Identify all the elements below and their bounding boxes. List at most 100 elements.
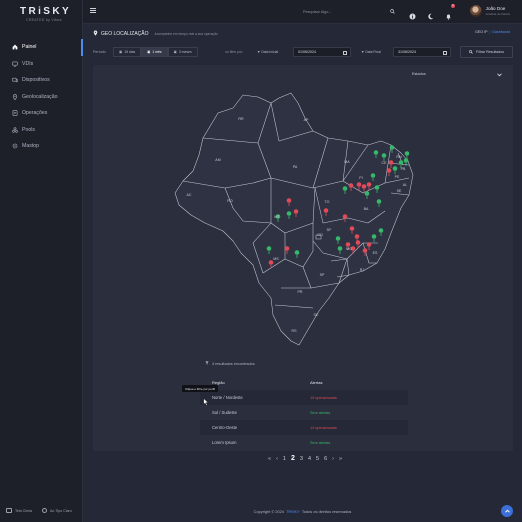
state-label-ap[interactable]: AP	[304, 118, 309, 122]
footer-brand-link[interactable]: TRiSKY	[286, 509, 300, 514]
column-header-alerts[interactable]: Alertas	[304, 380, 408, 385]
or-filter-text: ou filtre por:	[225, 50, 243, 54]
state-label-rj[interactable]: RJ	[360, 268, 364, 272]
page-2-button-current[interactable]: 2	[291, 455, 295, 462]
search-icon	[469, 49, 473, 55]
state-label-se[interactable]: SE	[397, 189, 402, 193]
sidebar-item-label: Dispositivos	[22, 77, 50, 84]
state-label-go[interactable]: GO	[317, 233, 323, 237]
sidebar-footer: Tela Cheia Ao Tipo Claro	[6, 508, 72, 513]
end-date-input[interactable]: 31/08/2024	[393, 47, 451, 57]
pools-icon	[12, 127, 18, 133]
avatar	[469, 5, 482, 17]
region-cell: Centro-Oeste	[212, 425, 238, 430]
state-select[interactable]: Estados	[412, 72, 502, 80]
alerts-cell: 14 operacionais	[310, 425, 337, 430]
state-label-sp[interactable]: SP	[320, 273, 325, 277]
breadcrumb-separator: |	[489, 30, 491, 34]
state-label-rr[interactable]: RR	[238, 117, 243, 121]
state-label-df[interactable]: DF	[327, 228, 332, 232]
period-label: Período	[93, 50, 106, 54]
state-label-al[interactable]: AL	[403, 183, 407, 187]
search-bar[interactable]: Pesquisar Algo...	[295, 7, 395, 17]
state-label-pr[interactable]: PR	[298, 290, 303, 294]
period-3-months-button[interactable]: ▣ 3 meses	[167, 47, 198, 57]
state-label-pi[interactable]: PI	[359, 176, 362, 180]
state-label-pe[interactable]: PE	[395, 175, 400, 179]
brazil-map-svg[interactable]	[163, 83, 423, 353]
full-view-button[interactable]: Tela Cheia	[6, 508, 32, 513]
scroll-to-top-button[interactable]	[501, 505, 513, 517]
start-date-input[interactable]: 01/06/2024	[293, 47, 351, 57]
state-label-ac[interactable]: AC	[187, 193, 192, 197]
brazil-map[interactable]: RR AP AM PA MA CE RN PB PE AL SE PI AC RO TO BA MT DF GO MG…	[163, 83, 423, 353]
copyright-suffix: Todos os direitos reservados	[301, 508, 352, 514]
light-mode-button[interactable]: Ao Tipo Claro	[41, 508, 72, 513]
end-date-value: 31/08/2024	[398, 50, 416, 54]
state-label-rn[interactable]: RN	[396, 155, 401, 159]
table-row[interactable]: Sul / Sudeste Sem alertas	[200, 405, 408, 420]
calendar-icon: ▣	[173, 50, 177, 54]
page-6-button[interactable]: 6	[324, 456, 327, 462]
sidebar-item-operacoes[interactable]: Operações	[0, 105, 83, 122]
period-1-month-button[interactable]: ▣ 1 mês	[141, 47, 168, 57]
search-icon[interactable]	[390, 9, 395, 15]
filter-results-button[interactable]: Filtrar Resultados	[460, 46, 513, 58]
table-row[interactable]: Centro-Oeste 14 operacionais	[200, 420, 408, 435]
state-label-ce[interactable]: CE	[382, 161, 387, 165]
state-label-ms[interactable]: MS	[273, 257, 278, 261]
user-menu[interactable]: João Doe Analista de Dados	[469, 5, 510, 17]
sidebar-nav: Painel VDIs Dispositivos Geolocalização …	[0, 39, 83, 155]
sidebar-item-painel[interactable]: Painel	[0, 39, 83, 56]
state-label-ba[interactable]: BA	[364, 207, 369, 211]
sidebar-item-vdis[interactable]: VDIs	[0, 56, 83, 73]
brazil-outline	[174, 92, 414, 346]
state-label-sc[interactable]: SC	[314, 313, 319, 317]
sidebar-item-pools[interactable]: Pools	[0, 122, 83, 139]
state-label-rs[interactable]: RS	[292, 329, 297, 333]
table-row[interactable]: Norte / Nordeste 13 operacionais	[200, 390, 408, 405]
state-label-mt[interactable]: MT	[274, 215, 279, 219]
geo-map-card: Estados RR AP AM PA MA CE RN PB PE AL SE…	[93, 65, 513, 462]
page-3-button[interactable]: 3	[300, 456, 303, 462]
sidebar-item-dispositivos[interactable]: Dispositivos	[0, 72, 83, 89]
calendar-icon[interactable]	[443, 50, 447, 55]
period-15-days-button[interactable]: ▣ 15 dias	[113, 47, 142, 57]
state-label-am[interactable]: AM	[215, 158, 220, 162]
table-row[interactable]: Lorem Ipsum Sem alertas	[200, 435, 408, 450]
filter-icon	[205, 361, 209, 366]
page-1-button[interactable]: 1	[283, 456, 286, 462]
region-cell: Sul / Sudeste	[212, 410, 237, 415]
page-4-button[interactable]: 4	[308, 456, 311, 462]
dark-mode-icon[interactable]	[427, 7, 434, 20]
sidebar-item-geolocalizacao[interactable]: Geolocalização	[0, 89, 83, 106]
search-input[interactable]: Pesquisar Algo...	[303, 10, 332, 14]
state-label-ma[interactable]: MA	[344, 160, 349, 164]
map-pin-icon	[93, 30, 98, 38]
state-label-mg[interactable]: MG	[346, 247, 352, 251]
info-icon[interactable]	[409, 7, 416, 20]
state-label-ro[interactable]: RO	[227, 199, 232, 203]
top-header: Pesquisar Algo... 9 João Doe Analista de…	[83, 0, 522, 24]
chevron-down-icon	[497, 73, 502, 78]
period-option-label: 1 mês	[152, 50, 162, 54]
notification-bell-icon[interactable]: 9	[445, 4, 455, 20]
state-label-es[interactable]: ES	[373, 251, 378, 255]
calendar-icon[interactable]	[343, 50, 347, 55]
user-name: João Doe	[485, 6, 506, 11]
state-label-to[interactable]: TO	[325, 200, 330, 204]
page-5-button[interactable]: 5	[316, 456, 319, 462]
prev-page-button[interactable]: ‹	[276, 456, 278, 462]
state-label-pa[interactable]: PA	[293, 165, 298, 169]
state-label-pb[interactable]: PB	[401, 167, 406, 171]
sidebar-item-mastop[interactable]: Mastop	[0, 138, 83, 155]
menu-toggle-icon[interactable]	[90, 8, 96, 14]
end-date-label-text: Data Final	[365, 50, 381, 54]
breadcrumb-link[interactable]: Dashboard	[492, 30, 510, 34]
brand-logo[interactable]: TRiSKY CREATED by Vibea	[20, 6, 71, 22]
copyright-prefix: Copyright © 2024	[253, 508, 284, 514]
last-page-button[interactable]: »	[339, 456, 342, 462]
first-page-button[interactable]: «	[268, 456, 271, 462]
sidebar-item-label: Mastop	[22, 143, 40, 150]
next-page-button[interactable]: ›	[332, 456, 334, 462]
